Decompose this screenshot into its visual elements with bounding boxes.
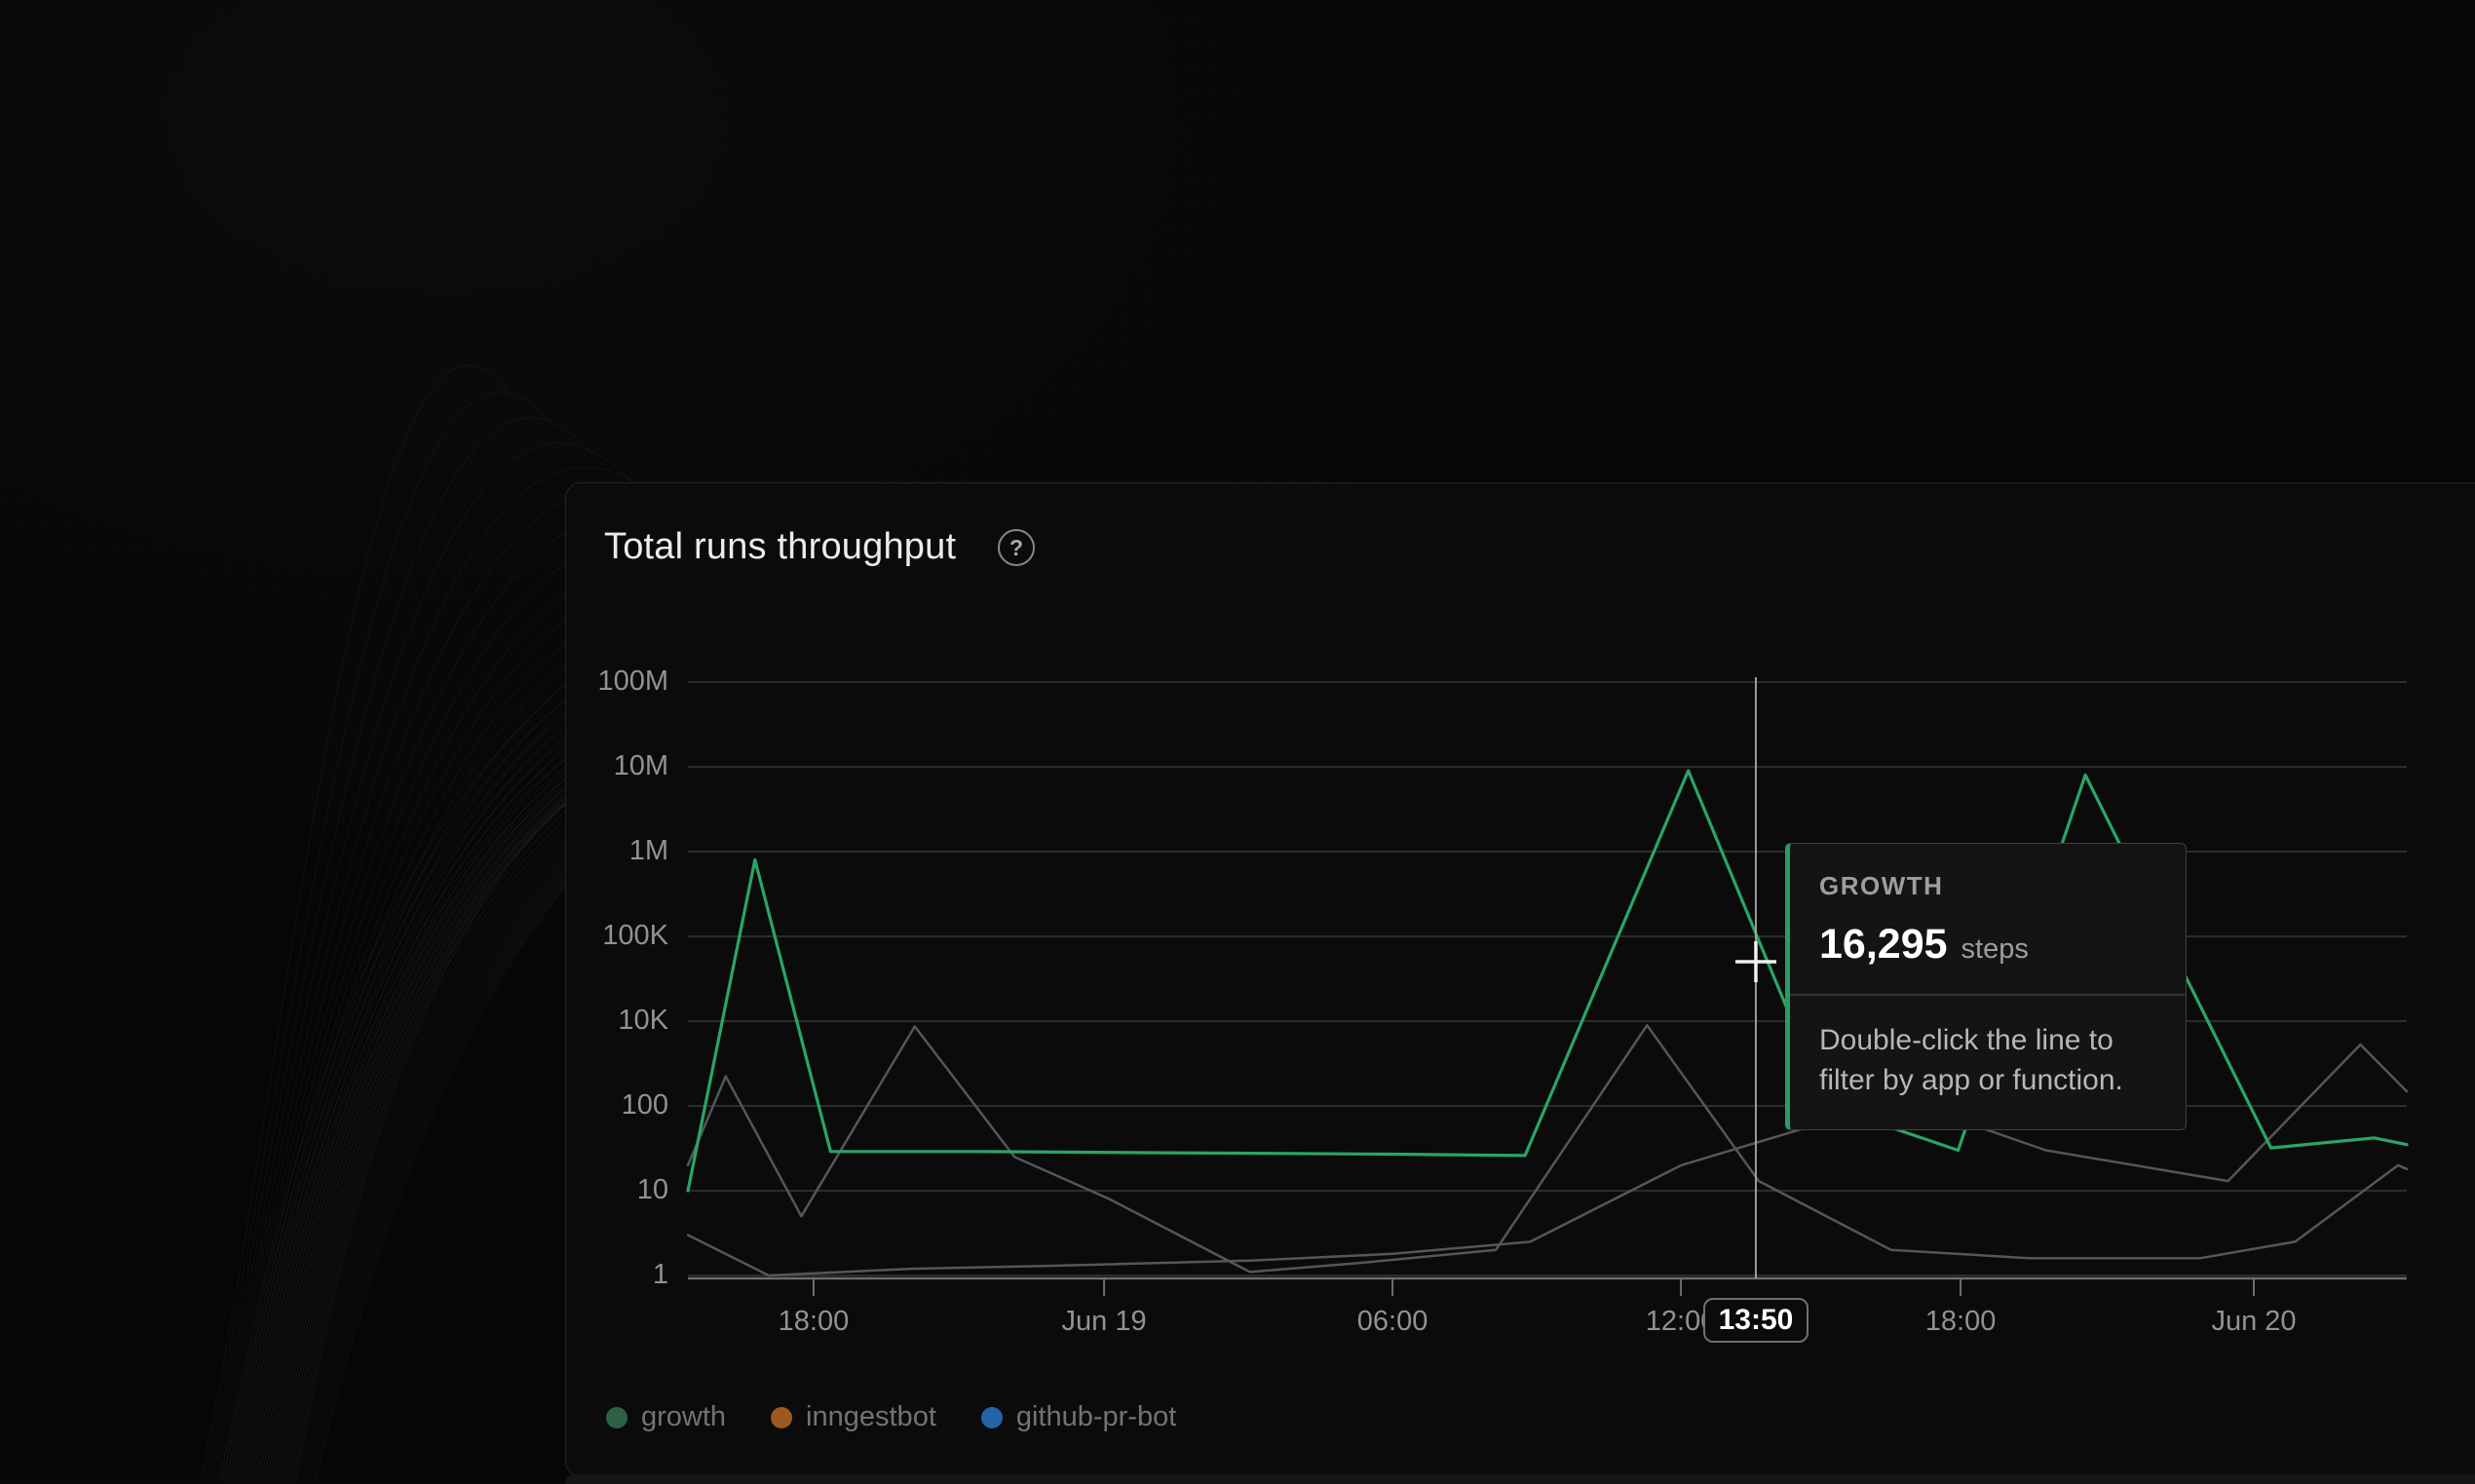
inngestbot-series-dot-icon bbox=[771, 1407, 792, 1428]
growth-series-dot-icon bbox=[606, 1407, 628, 1428]
y-tick-label: 100M bbox=[542, 666, 668, 698]
legend-label: growth bbox=[641, 1401, 726, 1433]
y-tick-label: 1M bbox=[542, 835, 668, 867]
x-tick-label: Jun 20 bbox=[2171, 1306, 2337, 1338]
tooltip-value-section: GROWTH 16,295 steps bbox=[1790, 844, 2186, 994]
legend-label: github-pr-bot bbox=[1016, 1401, 1176, 1433]
legend-item-growth[interactable]: growth bbox=[606, 1401, 726, 1433]
x-tick-label: Jun 19 bbox=[1021, 1306, 1187, 1338]
tooltip-unit: steps bbox=[1961, 933, 2029, 966]
github-pr-bot-series-dot-icon bbox=[981, 1407, 1003, 1428]
legend-item-github-pr-bot[interactable]: github-pr-bot bbox=[981, 1401, 1176, 1433]
legend-label: inngestbot bbox=[806, 1401, 936, 1433]
page-title: Total runs throughput bbox=[604, 526, 956, 568]
chart-legend: growth inngestbot github-pr-bot bbox=[606, 1401, 1176, 1433]
tooltip-value-row: 16,295 steps bbox=[1819, 921, 2156, 969]
hover-time-badge: 13:50 bbox=[1703, 1298, 1809, 1343]
help-icon[interactable]: ? bbox=[998, 529, 1035, 566]
tooltip-series-name: GROWTH bbox=[1819, 871, 2156, 901]
chart-tooltip: GROWTH 16,295 steps Double-click the lin… bbox=[1785, 843, 2187, 1130]
tooltip-hint: Double-click the line to filter by app o… bbox=[1790, 996, 2186, 1129]
tooltip-value: 16,295 bbox=[1819, 921, 1948, 969]
dashboard-page: { "card": { "title": "Total runs through… bbox=[0, 0, 2475, 1481]
y-tick-label: 100 bbox=[542, 1089, 668, 1122]
y-tick-label: 10M bbox=[542, 750, 668, 782]
x-tick-label: 18:00 bbox=[731, 1306, 896, 1338]
y-tick-label: 100K bbox=[542, 920, 668, 952]
y-tick-label: 1 bbox=[542, 1259, 668, 1291]
x-tick-label: 18:00 bbox=[1878, 1306, 2043, 1338]
y-tick-label: 10 bbox=[542, 1174, 668, 1206]
legend-item-inngestbot[interactable]: inngestbot bbox=[771, 1401, 936, 1433]
y-tick-label: 10K bbox=[542, 1005, 668, 1037]
x-tick-label: 06:00 bbox=[1310, 1306, 1475, 1338]
throughput-line-chart[interactable] bbox=[0, 0, 2475, 1481]
